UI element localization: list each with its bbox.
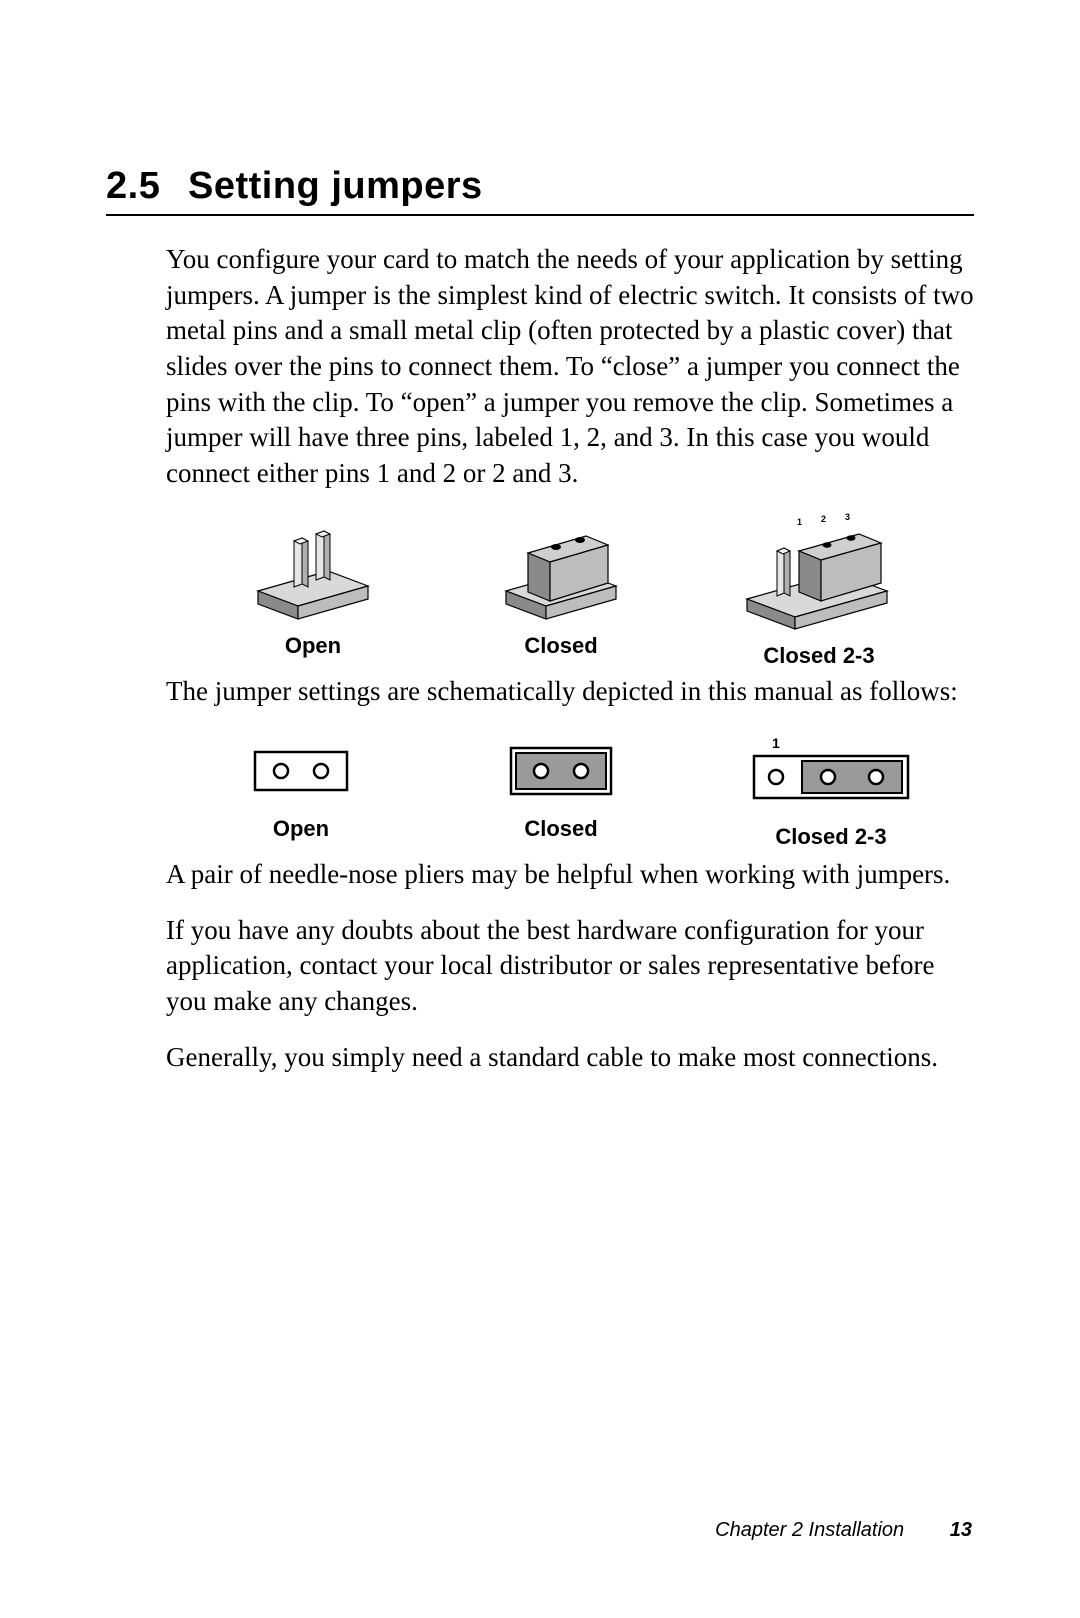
section-heading: 2.5Setting jumpers xyxy=(106,165,974,216)
paragraph-4: If you have any doubts about the best ha… xyxy=(166,913,976,1020)
section-number: 2.5 xyxy=(106,165,188,208)
figure-row-isometric: Open xyxy=(166,511,976,670)
schematic-closed-icon xyxy=(501,734,621,804)
figure-caption-closed23: Closed 2-3 xyxy=(709,641,929,670)
schematic-pin-label-1: 1 xyxy=(772,735,780,751)
figure-closed-schematic: Closed xyxy=(461,734,661,851)
schematic-caption-closed23: Closed 2-3 xyxy=(721,822,941,851)
paragraph-2: The jumper settings are schematically de… xyxy=(166,674,976,710)
jumper-open-icon xyxy=(238,511,388,621)
paragraph-1: You configure your card to match the nee… xyxy=(166,242,976,491)
figure-open-schematic: Open xyxy=(201,734,401,851)
pin-label-2: 2 xyxy=(821,514,826,524)
pin-label-3: 3 xyxy=(845,512,850,522)
paragraph-5: Generally, you simply need a standard ca… xyxy=(166,1040,976,1076)
page-footer: Chapter 2 Installation 13 xyxy=(715,1519,972,1542)
section-title: Setting jumpers xyxy=(188,165,483,207)
footer-chapter: Chapter 2 Installation xyxy=(715,1519,904,1541)
schematic-open-icon xyxy=(241,734,361,804)
figure-caption-open: Open xyxy=(213,631,413,660)
figure-closed23-schematic: 1 Closed 2-3 xyxy=(721,734,941,851)
figure-closed-iso: Closed xyxy=(461,511,661,670)
schematic-caption-open: Open xyxy=(201,814,401,843)
pin-label-1: 1 xyxy=(797,517,802,527)
figure-row-schematic: Open Closed 1 xyxy=(166,734,976,851)
jumper-closed23-icon: 1 2 3 xyxy=(729,511,909,631)
figure-open-iso: Open xyxy=(213,511,413,670)
footer-page-number: 13 xyxy=(950,1519,972,1541)
jumper-closed-icon xyxy=(486,511,636,621)
figure-caption-closed: Closed xyxy=(461,631,661,660)
figure-closed23-iso: 1 2 3 xyxy=(709,511,929,670)
schematic-closed23-icon: 1 xyxy=(746,734,916,812)
paragraph-3: A pair of needle-nose pliers may be help… xyxy=(166,857,976,893)
schematic-caption-closed: Closed xyxy=(461,814,661,843)
